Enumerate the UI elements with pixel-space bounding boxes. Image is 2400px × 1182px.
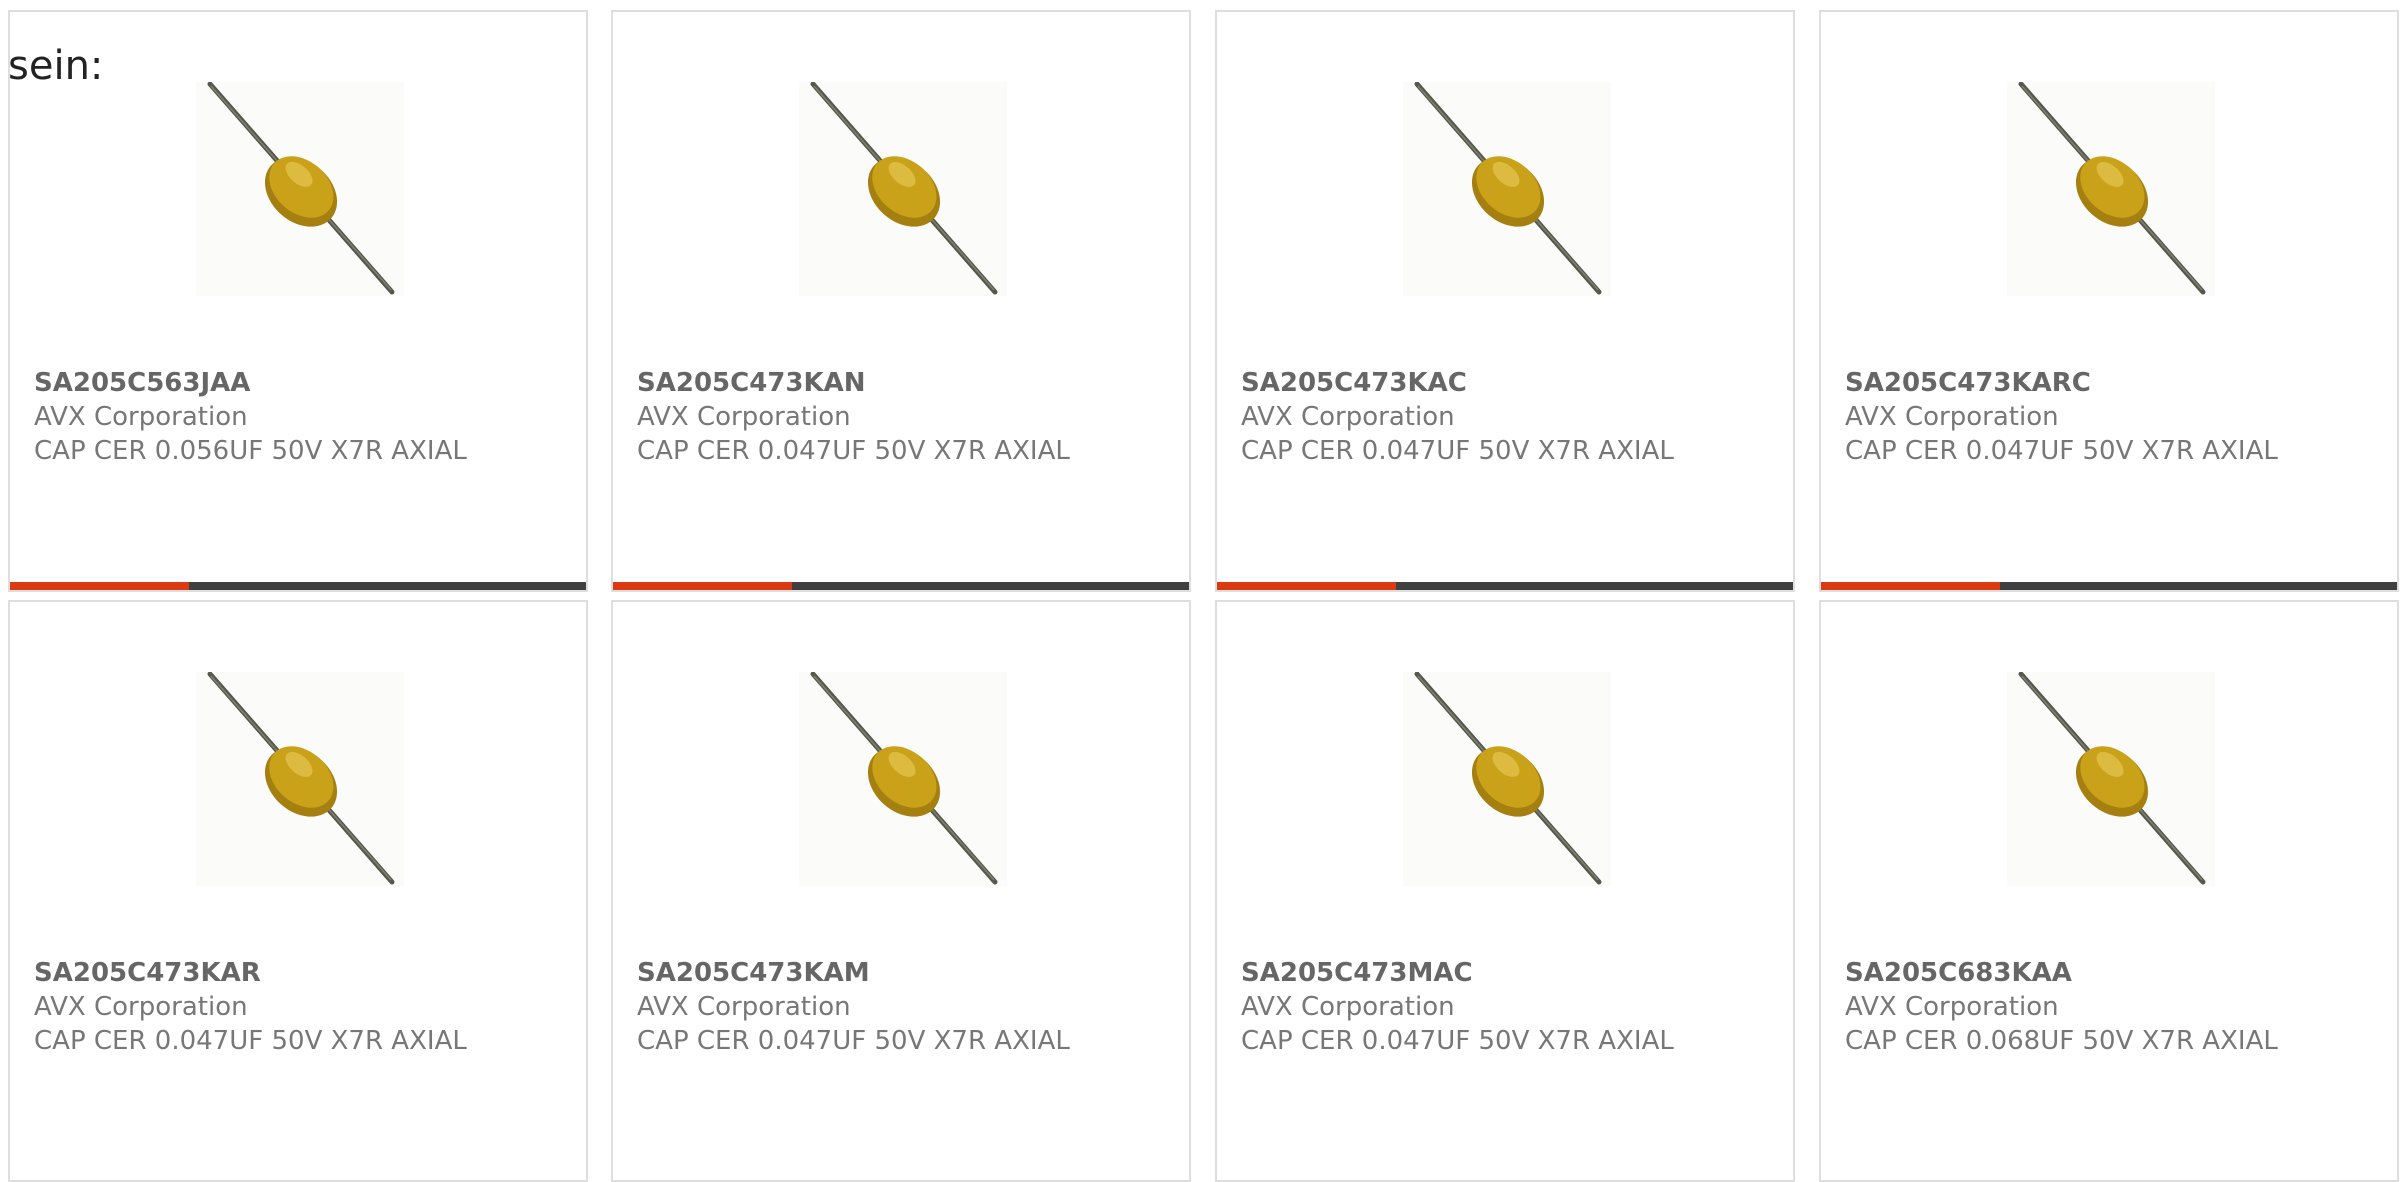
- product-grid: SA205C563JAA AVX Corporation CAP CER 0.0…: [0, 0, 2400, 1182]
- intro-text: sein:: [8, 43, 104, 89]
- manufacturer-name: AVX Corporation: [1845, 402, 2059, 432]
- product-description: CAP CER 0.068UF 50V X7R AXIAL: [1845, 1026, 2278, 1056]
- progress-bar-fill: [1217, 582, 1396, 590]
- progress-bar: [1217, 582, 1793, 590]
- product-card[interactable]: SA205C473MAC AVX Corporation CAP CER 0.0…: [1215, 600, 1795, 1182]
- product-card[interactable]: SA205C563JAA AVX Corporation CAP CER 0.0…: [8, 10, 588, 592]
- product-description: CAP CER 0.047UF 50V X7R AXIAL: [637, 1026, 1070, 1056]
- manufacturer-name: AVX Corporation: [34, 992, 248, 1022]
- manufacturer-name: AVX Corporation: [1241, 992, 1455, 1022]
- manufacturer-name: AVX Corporation: [34, 402, 248, 432]
- progress-bar-fill: [1821, 582, 2000, 590]
- product-description: CAP CER 0.047UF 50V X7R AXIAL: [637, 436, 1070, 466]
- manufacturer-name: AVX Corporation: [637, 402, 851, 432]
- product-card[interactable]: SA205C473KARC AVX Corporation CAP CER 0.…: [1819, 10, 2399, 592]
- axial-ceramic-capacitor-icon: [196, 82, 404, 296]
- part-number[interactable]: SA205C473KAR: [34, 956, 261, 990]
- axial-ceramic-capacitor-icon: [2007, 82, 2215, 296]
- part-number[interactable]: SA205C473MAC: [1241, 956, 1473, 990]
- part-number[interactable]: SA205C473KARC: [1845, 366, 2091, 400]
- part-number[interactable]: SA205C683KAA: [1845, 956, 2072, 990]
- part-number[interactable]: SA205C563JAA: [34, 366, 250, 400]
- axial-ceramic-capacitor-icon: [2007, 672, 2215, 886]
- product-card[interactable]: SA205C473KAR AVX Corporation CAP CER 0.0…: [8, 600, 588, 1182]
- progress-bar-fill: [10, 582, 189, 590]
- axial-ceramic-capacitor-icon: [799, 672, 1007, 886]
- part-number[interactable]: SA205C473KAM: [637, 956, 870, 990]
- product-description: CAP CER 0.047UF 50V X7R AXIAL: [1241, 1026, 1674, 1056]
- product-card[interactable]: SA205C473KAC AVX Corporation CAP CER 0.0…: [1215, 10, 1795, 592]
- axial-ceramic-capacitor-icon: [1403, 672, 1611, 886]
- progress-bar: [613, 582, 1189, 590]
- product-card[interactable]: SA205C683KAA AVX Corporation CAP CER 0.0…: [1819, 600, 2399, 1182]
- product-description: CAP CER 0.047UF 50V X7R AXIAL: [34, 1026, 467, 1056]
- product-card[interactable]: SA205C473KAM AVX Corporation CAP CER 0.0…: [611, 600, 1191, 1182]
- part-number[interactable]: SA205C473KAC: [1241, 366, 1467, 400]
- product-card[interactable]: SA205C473KAN AVX Corporation CAP CER 0.0…: [611, 10, 1191, 592]
- part-number[interactable]: SA205C473KAN: [637, 366, 866, 400]
- progress-bar-fill: [613, 582, 792, 590]
- manufacturer-name: AVX Corporation: [1845, 992, 2059, 1022]
- progress-bar: [1821, 582, 2397, 590]
- product-description: CAP CER 0.047UF 50V X7R AXIAL: [1845, 436, 2278, 466]
- manufacturer-name: AVX Corporation: [1241, 402, 1455, 432]
- axial-ceramic-capacitor-icon: [196, 672, 404, 886]
- product-description: CAP CER 0.047UF 50V X7R AXIAL: [1241, 436, 1674, 466]
- product-description: CAP CER 0.056UF 50V X7R AXIAL: [34, 436, 467, 466]
- progress-bar: [10, 582, 586, 590]
- axial-ceramic-capacitor-icon: [799, 82, 1007, 296]
- axial-ceramic-capacitor-icon: [1403, 82, 1611, 296]
- manufacturer-name: AVX Corporation: [637, 992, 851, 1022]
